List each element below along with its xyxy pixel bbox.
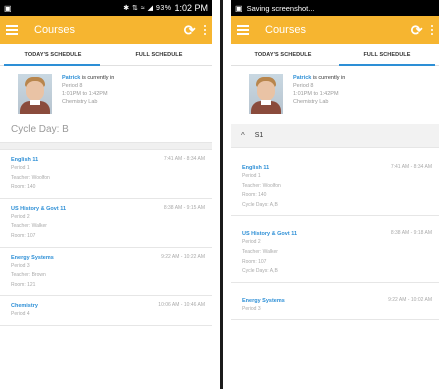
divider	[0, 142, 212, 150]
course-teacher: Teacher: Walker	[242, 248, 278, 255]
course-teacher: Teacher: Brown	[11, 272, 46, 279]
cycle-day: Cycle Day: B	[11, 124, 69, 135]
course-time: 9:22 AM - 10:02 AM	[388, 296, 432, 303]
course-teacher: Teacher: Walker	[11, 223, 47, 230]
refresh-icon[interactable]: ⟳	[411, 22, 423, 39]
course-room: Room: 140	[11, 184, 36, 191]
chevron-up-icon: ^	[241, 131, 245, 140]
current-class-info: Patrick is currently in Period 8 1:01PM …	[62, 74, 114, 114]
course-time: 8:38 AM - 9:15 AM	[163, 204, 205, 211]
refresh-icon[interactable]: ⟳	[184, 22, 196, 39]
course-time: 7:41 AM - 8:34 AM	[163, 156, 205, 162]
course-item[interactable]: English 11 7:41 AM - 8:34 AM Period 1 Te…	[231, 148, 439, 217]
course-period: Period 4	[11, 311, 30, 318]
course-room: Room: 107	[242, 258, 267, 265]
current-class-card: Patrick is currently in Period 8 1:01PM …	[0, 66, 212, 118]
course-teacher: Teacher: Woolfon	[11, 174, 50, 181]
course-item[interactable]: English 11 7:41 AM - 8:34 AM Period 1 Te…	[0, 150, 212, 199]
tab-bar: TODAY'S SCHEDULE FULL SCHEDULE	[0, 44, 212, 66]
course-period: Period 1	[11, 165, 30, 171]
current-time: 1:01PM to 1:42PM	[62, 91, 108, 97]
screenshot-icon: ▣	[235, 3, 243, 13]
more-vert-icon[interactable]	[430, 24, 433, 36]
course-item[interactable]: Chemistry 10:06 AM - 10:46 AM Period 4	[0, 296, 212, 326]
course-period: Period 2	[11, 213, 30, 220]
image-icon: ▣	[4, 3, 12, 13]
course-item[interactable]: Energy Systems 9:22 AM - 10:02 AM Period…	[231, 283, 439, 321]
current-status: is currently in	[312, 75, 346, 81]
status-bar: ▣ Saving screenshot...	[231, 0, 439, 16]
screen-separator	[212, 0, 231, 389]
tab-bar: TODAY'S SCHEDULE FULL SCHEDULE	[231, 44, 439, 66]
app-title: Courses	[265, 24, 306, 36]
course-room: Room: 107	[11, 232, 36, 239]
status-icons: ✱ ⇅ ≈ ◢ 93%	[123, 5, 172, 12]
right-phone-screen: ▣ Saving screenshot... Courses ⟳ TODAY'S…	[231, 0, 439, 389]
course-item[interactable]: US History & Govt 11 8:38 AM - 9:15 AM P…	[0, 199, 212, 248]
app-bar: Courses ⟳	[0, 16, 212, 44]
course-period: Period 3	[242, 305, 261, 312]
course-room: Room: 140	[242, 192, 267, 199]
current-status: is currently in	[81, 75, 115, 81]
course-period: Period 3	[11, 262, 30, 269]
status-time: 1:02 PM	[174, 3, 208, 13]
avatar	[18, 74, 52, 114]
current-time: 1:01PM to 1:42PM	[293, 91, 339, 97]
course-cycle-days: Cycle Days: A,B	[242, 201, 278, 208]
avatar	[249, 74, 283, 114]
current-period: Period 8	[62, 83, 83, 89]
course-time: 8:38 AM - 9:18 AM	[390, 230, 432, 237]
app-title: Courses	[34, 24, 75, 36]
course-time: 10:06 AM - 10:46 AM	[158, 302, 205, 309]
tab-full-schedule[interactable]: FULL SCHEDULE	[106, 44, 212, 65]
course-time: 7:41 AM - 8:34 AM	[390, 164, 432, 170]
course-time: 9:22 AM - 10:22 AM	[161, 253, 205, 260]
current-class-info: Patrick is currently in Period 8 1:01PM …	[293, 74, 345, 114]
course-room: Room: 121	[11, 281, 36, 288]
tab-full-schedule[interactable]: FULL SCHEDULE	[335, 44, 439, 66]
current-location: Chemistry Lab	[62, 99, 98, 105]
current-period: Period 8	[293, 83, 314, 89]
course-item[interactable]: US History & Govt 11 8:38 AM - 9:18 AM P…	[231, 216, 439, 283]
app-bar: Courses ⟳	[231, 16, 439, 44]
course-teacher: Teacher: Woolfon	[242, 182, 281, 189]
current-location: Chemistry Lab	[293, 99, 329, 105]
menu-icon[interactable]	[237, 25, 249, 35]
semester-header[interactable]: ^ S1	[231, 124, 439, 148]
tab-todays-schedule[interactable]: TODAY'S SCHEDULE	[0, 44, 106, 66]
course-period: Period 1	[242, 173, 261, 179]
menu-icon[interactable]	[6, 25, 18, 35]
status-message: Saving screenshot...	[246, 3, 315, 13]
course-period: Period 2	[242, 239, 261, 246]
course-item[interactable]: Energy Systems 9:22 AM - 10:22 AM Period…	[0, 248, 212, 297]
student-name: Patrick	[62, 75, 81, 81]
tab-todays-schedule[interactable]: TODAY'S SCHEDULE	[231, 44, 335, 65]
current-class-card: Patrick is currently in Period 8 1:01PM …	[231, 66, 439, 118]
left-phone-screen: ▣ ✱ ⇅ ≈ ◢ 93% 1:02 PM Courses ⟳ TODAY'S …	[0, 0, 212, 389]
course-cycle-days: Cycle Days: A,B	[242, 268, 278, 275]
student-name: Patrick	[293, 75, 312, 81]
semester-label: S1	[254, 132, 264, 139]
status-bar: ▣ ✱ ⇅ ≈ ◢ 93% 1:02 PM	[0, 0, 212, 16]
more-vert-icon[interactable]	[203, 24, 206, 36]
